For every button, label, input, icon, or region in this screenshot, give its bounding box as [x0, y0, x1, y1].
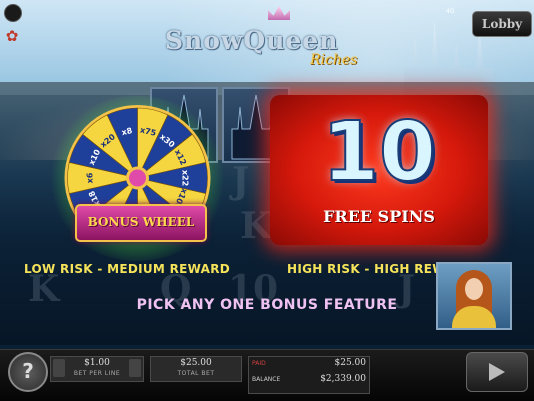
total-bet-panel: $25.00 TOTAL BET	[150, 356, 242, 382]
settings-icon[interactable]	[4, 4, 22, 22]
logo-title: SnowQueen	[165, 26, 339, 55]
free-spins-count: 10	[321, 104, 437, 201]
prize-wheel: x75x30x12x22x100x4x24x15x5x18x6x10x20x8	[64, 105, 211, 219]
network-status: 4G	[446, 8, 455, 15]
help-button[interactable]: ?	[8, 352, 48, 392]
increase-bet-icon[interactable]	[129, 359, 141, 377]
bonus-wheel-banner: BONUS WHEEL	[75, 204, 207, 242]
spin-button[interactable]	[466, 352, 528, 392]
free-spins-option[interactable]: 10 FREE SPINS	[270, 95, 488, 245]
rose-icon[interactable]: ✿	[4, 28, 20, 44]
wheel-multiplier-label: x22	[181, 170, 190, 186]
bet-per-line-panel: $1.00 BET PER LINE	[50, 356, 144, 382]
wheel-risk-label: LOW RISK - MEDIUM REWARD	[24, 262, 231, 276]
balance-label: BALANCE	[252, 376, 281, 383]
play-icon	[489, 363, 505, 381]
logo-subtitle: Riches	[310, 52, 358, 68]
paid-value: $25.00	[334, 358, 367, 368]
bonus-wheel-label: BONUS WHEEL	[87, 215, 195, 229]
free-spins-label: FREE SPINS	[323, 207, 435, 226]
balance-panel: PAID $25.00 BALANCE $2,339.00	[248, 356, 370, 394]
snow-queen-portrait	[436, 262, 512, 330]
bonus-wheel-option[interactable]: x75x30x12x22x100x4x24x15x5x18x6x10x20x8 …	[45, 96, 230, 261]
wheel-multiplier-label: x6	[85, 172, 94, 183]
balance-value: $2,339.00	[320, 374, 366, 384]
paid-label: PAID	[252, 360, 266, 367]
game-logo: SnowQueen Riches	[165, 26, 380, 76]
total-bet-value: $25.00	[180, 358, 212, 368]
total-bet-label: TOTAL BET	[177, 370, 215, 377]
lobby-button[interactable]: Lobby	[472, 11, 532, 37]
left-icon-column: ✿	[4, 4, 24, 44]
